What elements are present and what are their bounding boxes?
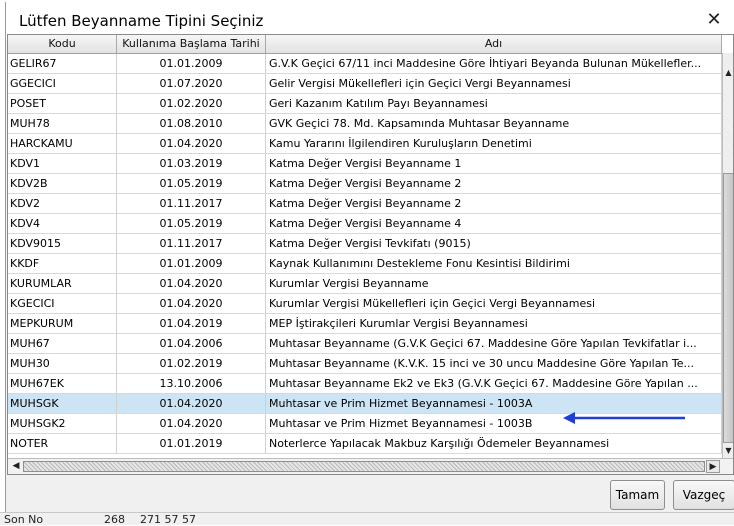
table-row[interactable]: MEPKURUM 01.04.2019 MEP İştirakçileri Kuru…	[8, 314, 722, 334]
cell-name: Katma Değer Vergisi Beyanname 2	[266, 194, 722, 213]
table-row[interactable]: KDV4 01.05.2019 Katma Değer Vergisi Beyann…	[8, 214, 722, 234]
background-value: 271 57 57	[140, 513, 196, 526]
cell-name: Kamu Yararını İlgilendiren Kuruluşların …	[266, 134, 722, 153]
cell-name: Muhtasar Beyanname (G.V.K Geçici 67. Mad…	[266, 334, 722, 353]
cell-code: KDV2B	[8, 174, 117, 193]
cell-name: Kurumlar Vergisi Beyanname	[266, 274, 722, 293]
cell-code: KKDF	[8, 254, 117, 273]
table-row[interactable]: MUH30 01.02.2019 Muhtasar Beyanname (K.V.K…	[8, 354, 722, 374]
cell-code: MUH67	[8, 334, 117, 353]
cell-code: MUHSGK	[8, 394, 117, 413]
vertical-scroll-thumb[interactable]	[723, 173, 733, 443]
cell-code: NOTER	[8, 434, 117, 453]
table-row[interactable]: NOTER 01.01.2019 Noterlerce Yapılacak Makb…	[8, 434, 722, 454]
cell-code: GELIR67	[8, 54, 117, 73]
cell-code: MUH67EK	[8, 374, 117, 393]
scroll-left-icon[interactable]: ◀	[10, 460, 22, 473]
scroll-up-icon[interactable]: ▲	[723, 67, 733, 79]
table-body: GELIR67 01.01.2009 G.V.K Geçici 67/11 inci…	[8, 54, 722, 454]
cell-code: MUH78	[8, 114, 117, 133]
cell-start-date: 01.04.2019	[117, 314, 266, 333]
table-row[interactable]: MUH78 01.08.2010 GVK Geçici 78. Md. Kapsam…	[8, 114, 722, 134]
cell-code: MUHSGK2	[8, 414, 117, 433]
table-row[interactable]: KDV2B 01.05.2019 Katma Değer Vergisi Beyan…	[8, 174, 722, 194]
background-label: Son No	[4, 513, 44, 526]
cell-name: Geri Kazanım Katılım Payı Beyannamesi	[266, 94, 722, 113]
cell-code: KDV4	[8, 214, 117, 233]
cell-start-date: 01.02.2019	[117, 354, 266, 373]
table-row[interactable]: KDV2 01.11.2017 Katma Değer Vergisi Beyann…	[8, 194, 722, 214]
table-row[interactable]: KKDF 01.01.2009 Kaynak Kullanımını Destekl…	[8, 254, 722, 274]
scroll-right-icon[interactable]: ▶	[706, 460, 720, 473]
table-row[interactable]: KDV9015 01.11.2017 Katma Değer Vergisi Tev…	[8, 234, 722, 254]
ok-button[interactable]: Tamam	[610, 480, 665, 510]
column-header-start-date[interactable]: Kullanıma Başlama Tarihi	[117, 35, 266, 53]
cell-start-date: 01.02.2020	[117, 94, 266, 113]
cell-name: G.V.K Geçici 67/11 inci Maddesine Göre İ…	[266, 54, 722, 73]
declaration-table: Kodu Kullanıma Başlama Tarihi Adı GELIR6…	[7, 34, 734, 475]
table-row[interactable]: KGECICI 01.04.2020 Kurumlar Vergisi Mükell…	[8, 294, 722, 314]
horizontal-scroll-thumb[interactable]	[23, 461, 705, 472]
table-row[interactable]: POSET 01.02.2020 Geri Kazanım Katılım Payı…	[8, 94, 722, 114]
cell-name: GVK Geçici 78. Md. Kapsamında Muhtasar B…	[266, 114, 722, 133]
cell-name: Kurumlar Vergisi Mükellefleri için Geçic…	[266, 294, 722, 313]
cell-code: MUH30	[8, 354, 117, 373]
scroll-down-icon[interactable]: ▼	[723, 445, 733, 457]
cell-start-date: 01.05.2019	[117, 174, 266, 193]
cell-name: Gelir Vergisi Mükellefleri için Geçici V…	[266, 74, 722, 93]
cell-code: KDV9015	[8, 234, 117, 253]
cell-name: Katma Değer Vergisi Tevkifatı (9015)	[266, 234, 722, 253]
cell-start-date: 01.07.2020	[117, 74, 266, 93]
cell-name: Katma Değer Vergisi Beyanname 4	[266, 214, 722, 233]
cell-start-date: 01.05.2019	[117, 214, 266, 233]
cancel-button[interactable]: Vazgeç	[673, 480, 734, 510]
cell-code: KDV1	[8, 154, 117, 173]
table-row[interactable]: GGECICI 01.07.2020 Gelir Vergisi Mükellefl…	[8, 74, 722, 94]
cell-name: Kaynak Kullanımını Destekleme Fonu Kesin…	[266, 254, 722, 273]
cell-name: MEP İştirakçileri Kurumlar Vergisi Beyan…	[266, 314, 722, 333]
cell-start-date: 01.04.2020	[117, 294, 266, 313]
table-row[interactable]: HARCKAMU 01.04.2020 Kamu Yararını İlgilend…	[8, 134, 722, 154]
cell-start-date: 01.04.2020	[117, 134, 266, 153]
cell-start-date: 01.11.2017	[117, 234, 266, 253]
cell-name: Noterlerce Yapılacak Makbuz Karşılığı Öd…	[266, 434, 722, 453]
cell-code: POSET	[8, 94, 117, 113]
table-row[interactable]: KDV1 01.03.2019 Katma Değer Vergisi Beyann…	[8, 154, 722, 174]
cell-start-date: 13.10.2006	[117, 374, 266, 393]
table-header: Kodu Kullanıma Başlama Tarihi Adı	[8, 35, 722, 54]
cell-start-date: 01.04.2020	[117, 394, 266, 413]
cell-start-date: 01.08.2010	[117, 114, 266, 133]
vertical-scrollbar[interactable]: ▲ ▼	[722, 53, 733, 458]
cell-start-date: 01.01.2009	[117, 254, 266, 273]
cell-start-date: 01.01.2019	[117, 434, 266, 453]
cell-code: KURUMLAR	[8, 274, 117, 293]
table-row[interactable]: MUH67EK 13.10.2006 Muhtasar Beyanname Ek2 …	[8, 374, 722, 394]
cell-code: MEPKURUM	[8, 314, 117, 333]
cell-code: KGECICI	[8, 294, 117, 313]
background-value: 268	[104, 513, 125, 526]
cell-start-date: 01.11.2017	[117, 194, 266, 213]
cell-name: Katma Değer Vergisi Beyanname 1	[266, 154, 722, 173]
cell-start-date: 01.04.2020	[117, 274, 266, 293]
declaration-type-dialog: Lütfen Beyanname Tipini Seçiniz ✕ Kodu K…	[5, 2, 734, 512]
cell-start-date: 01.01.2009	[117, 54, 266, 73]
background-status-strip: Son No 268 271 57 57	[0, 512, 734, 526]
dialog-title: Lütfen Beyanname Tipini Seçiniz	[19, 12, 264, 30]
cell-code: HARCKAMU	[8, 134, 117, 153]
cell-name: Katma Değer Vergisi Beyanname 2	[266, 174, 722, 193]
cell-name: Muhtasar Beyanname Ek2 ve Ek3 (G.V.K Geç…	[266, 374, 722, 393]
annotation-arrow-icon	[563, 412, 685, 424]
column-header-name[interactable]: Adı	[266, 35, 722, 53]
table-row[interactable]: GELIR67 01.01.2009 G.V.K Geçici 67/11 inci…	[8, 54, 722, 74]
table-row[interactable]: KURUMLAR 01.04.2020 Kurumlar Vergisi Beyan…	[8, 274, 722, 294]
cell-code: GGECICI	[8, 74, 117, 93]
cell-start-date: 01.04.2006	[117, 334, 266, 353]
horizontal-scrollbar[interactable]: ◀ ▶	[8, 458, 733, 474]
cell-start-date: 01.04.2020	[117, 414, 266, 433]
cell-start-date: 01.03.2019	[117, 154, 266, 173]
table-row[interactable]: MUH67 01.04.2006 Muhtasar Beyanname (G.V.K…	[8, 334, 722, 354]
cell-code: KDV2	[8, 194, 117, 213]
cell-name: Muhtasar Beyanname (K.V.K. 15 inci ve 30…	[266, 354, 722, 373]
column-header-code[interactable]: Kodu	[8, 35, 117, 53]
